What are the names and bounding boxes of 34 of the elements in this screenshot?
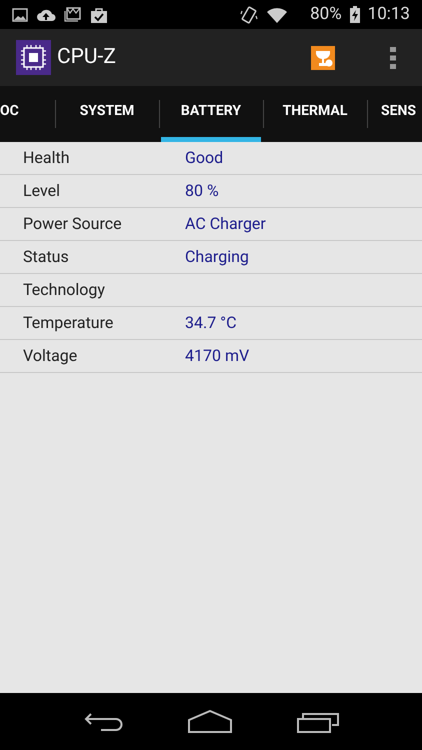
clock: 10:13 <box>368 2 410 26</box>
property-value: 34.7 °C <box>185 312 237 334</box>
property-label: Voltage <box>23 345 78 367</box>
property-value: 80 % <box>185 180 219 202</box>
property-label: Health <box>23 147 71 169</box>
property-value: Charging <box>185 246 249 268</box>
property-value: Good <box>185 147 224 169</box>
tab[interactable]: THERMAL <box>262 86 368 142</box>
overflow-menu-icon[interactable] <box>390 46 396 70</box>
wifi-icon <box>266 6 288 22</box>
tab[interactable]: OC <box>0 86 19 142</box>
bag-check-icon <box>90 6 108 22</box>
phone-vibrate-icon <box>240 4 258 24</box>
tab[interactable]: SENS <box>367 86 416 142</box>
property-label: Temperature <box>23 312 114 334</box>
property-label: Power Source <box>23 213 123 235</box>
property-label: Technology <box>23 279 106 301</box>
tab[interactable]: SYSTEM <box>60 86 154 142</box>
app-title: CPU-Z <box>57 44 116 71</box>
trophy-icon[interactable] <box>311 46 335 70</box>
cpu-chip-icon[interactable] <box>16 40 51 75</box>
home-icon[interactable] <box>188 710 232 734</box>
property-label: Level <box>23 180 62 202</box>
battery-charging-icon <box>350 6 360 23</box>
cloud-upload-icon <box>36 8 56 22</box>
battery-percentage: 80% <box>310 2 342 26</box>
image-icon <box>12 8 28 22</box>
property-value: AC Charger <box>185 213 266 235</box>
recent-apps-icon[interactable] <box>297 710 340 732</box>
tab[interactable]: BATTERY <box>160 86 262 142</box>
mail-icon <box>64 7 82 22</box>
back-icon[interactable] <box>82 710 123 732</box>
property-value: 4170 mV <box>185 345 250 367</box>
property-label: Status <box>23 246 70 268</box>
